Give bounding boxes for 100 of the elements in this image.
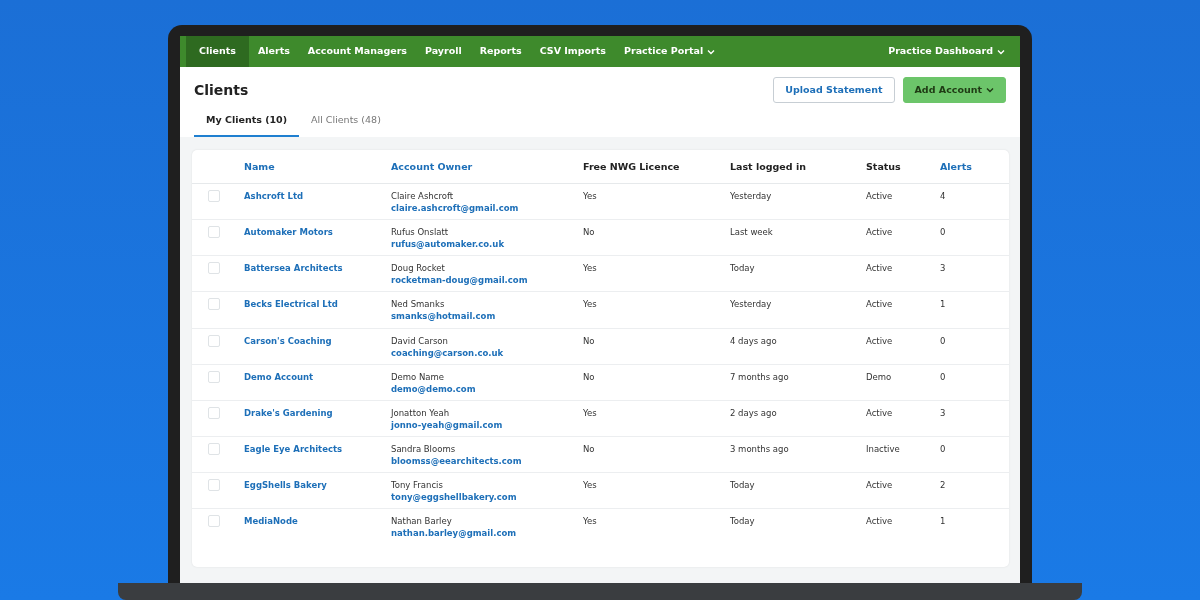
owner-name: Rufus Onslatt — [391, 226, 449, 237]
table-cell: Active — [866, 516, 893, 527]
table-cell: Today — [730, 516, 755, 527]
table-cell: No — [583, 335, 595, 346]
client-link[interactable]: Ashcroft Ltd — [244, 190, 304, 201]
client-link[interactable]: Demo Account — [244, 371, 314, 382]
table-cell: No — [583, 444, 595, 455]
page-title: Clients — [194, 80, 249, 100]
row-checkbox[interactable] — [208, 406, 220, 419]
owner-name: Claire Ashcroft — [391, 190, 454, 201]
client-link[interactable]: Eagle Eye Architects — [244, 444, 343, 455]
table-cell: Yes — [583, 516, 597, 527]
owner-name: Nathan Barley — [391, 516, 452, 527]
table-cell: Yes — [583, 299, 597, 310]
row-checkbox[interactable] — [208, 370, 220, 383]
table-cell: 0 — [940, 371, 946, 382]
owner-name: Doug Rocket — [391, 263, 445, 274]
row-checkbox[interactable] — [208, 334, 220, 347]
table-cell: 1 — [940, 516, 946, 527]
client-link[interactable]: Becks Electrical Ltd — [244, 299, 338, 310]
nav-item[interactable]: Reports — [470, 36, 531, 67]
column-header: Free NWG Licence — [583, 149, 730, 184]
table-cell: Last week — [730, 226, 773, 237]
row-checkbox[interactable] — [208, 298, 220, 311]
table-cell: Yesterday — [730, 190, 772, 201]
table-cell: Active — [866, 480, 893, 491]
client-link[interactable]: Battersea Architects — [244, 263, 343, 274]
email-link[interactable]: nathan.barley@gmail.com — [391, 527, 583, 540]
table-cell: 0 — [940, 335, 946, 346]
row-checkbox[interactable] — [208, 262, 220, 275]
table-cell: Active — [866, 299, 893, 310]
row-checkbox[interactable] — [208, 225, 220, 238]
table-cell: No — [583, 371, 595, 382]
owner-name: Jonatton Yeah — [391, 407, 450, 418]
owner-name: Tony Francis — [391, 480, 443, 491]
email-link[interactable]: smanks@hotmail.com — [391, 310, 583, 323]
nav-item[interactable]: Account Managers — [298, 36, 416, 67]
table-cell: 3 months ago — [730, 444, 789, 455]
nav-item[interactable]: Practice Portal — [615, 36, 725, 67]
client-link[interactable]: Carson's Coaching — [244, 335, 332, 346]
table-cell: Active — [866, 190, 893, 201]
table-cell: Today — [730, 480, 755, 491]
table-cell: 0 — [940, 444, 946, 455]
table-cell: 7 months ago — [730, 371, 789, 382]
nav-item[interactable]: Alerts — [248, 36, 299, 67]
row-checkbox[interactable] — [208, 479, 220, 492]
nav-item[interactable]: CSV Imports — [530, 36, 615, 67]
table-cell: Demo — [866, 371, 892, 382]
row-checkbox[interactable] — [208, 443, 220, 456]
caret-icon — [986, 87, 994, 94]
column-header[interactable]: Name — [244, 149, 391, 184]
email-link[interactable]: bloomss@eearchitects.com — [391, 455, 583, 468]
table-cell: Inactive — [866, 444, 900, 455]
table-cell: Active — [866, 407, 893, 418]
upload-button[interactable]: Upload Statement — [773, 77, 895, 104]
email-link[interactable]: jonno-yeah@gmail.com — [391, 418, 583, 431]
add-account-button[interactable]: Add Account — [902, 77, 1006, 104]
email-link[interactable]: tony@eggshellbakery.com — [391, 491, 583, 504]
caret-icon — [997, 48, 1005, 55]
table-cell: Yes — [583, 190, 597, 201]
email-link[interactable]: rufus@automaker.co.uk — [391, 237, 583, 250]
table-cell: 3 — [940, 263, 946, 274]
table-cell: 0 — [940, 226, 946, 237]
table-cell: 1 — [940, 299, 946, 310]
nav-item[interactable]: Payroll — [415, 36, 471, 67]
tab[interactable]: My Clients (10) — [194, 107, 300, 137]
table-cell: Yes — [583, 407, 597, 418]
table-cell: Active — [866, 226, 893, 237]
row-checkbox[interactable] — [208, 189, 220, 202]
table-cell: Yes — [583, 263, 597, 274]
column-header: Last logged in — [730, 149, 866, 184]
table-cell: Today — [730, 263, 755, 274]
table-cell: Yes — [583, 480, 597, 491]
column-header: Status — [866, 149, 940, 184]
nav-item[interactable]: Clients — [186, 36, 249, 67]
owner-name: Demo Name — [391, 371, 445, 382]
column-header[interactable]: Account Owner — [391, 149, 583, 184]
email-link[interactable]: claire.ashcroft@gmail.com — [391, 201, 583, 214]
table-cell: 4 — [940, 190, 946, 201]
table-cell: Yesterday — [730, 299, 772, 310]
table-cell: 2 days ago — [730, 407, 777, 418]
table-cell: 2 — [940, 480, 946, 491]
column-header[interactable]: Alerts — [940, 149, 1009, 184]
row-checkbox[interactable] — [208, 515, 220, 528]
client-link[interactable]: MediaNode — [244, 516, 298, 527]
client-link[interactable]: Drake's Gardening — [244, 407, 333, 418]
table-cell: Active — [866, 263, 893, 274]
client-link[interactable]: Automaker Motors — [244, 226, 333, 237]
table-cell: No — [583, 226, 595, 237]
email-link[interactable]: rocketman-doug@gmail.com — [391, 274, 583, 287]
client-link[interactable]: EggShells Bakery — [244, 480, 327, 491]
email-link[interactable]: demo@demo.com — [391, 382, 583, 395]
table-cell: 4 days ago — [730, 335, 777, 346]
table-cell: Active — [866, 335, 893, 346]
owner-name: David Carson — [391, 335, 448, 346]
dashboard-menu[interactable]: Practice Dashboard — [879, 36, 1014, 67]
tab[interactable]: All Clients (48) — [299, 107, 393, 137]
owner-name: Sandra Blooms — [391, 444, 456, 455]
caret-icon — [707, 48, 716, 55]
email-link[interactable]: coaching@carson.co.uk — [391, 346, 583, 359]
